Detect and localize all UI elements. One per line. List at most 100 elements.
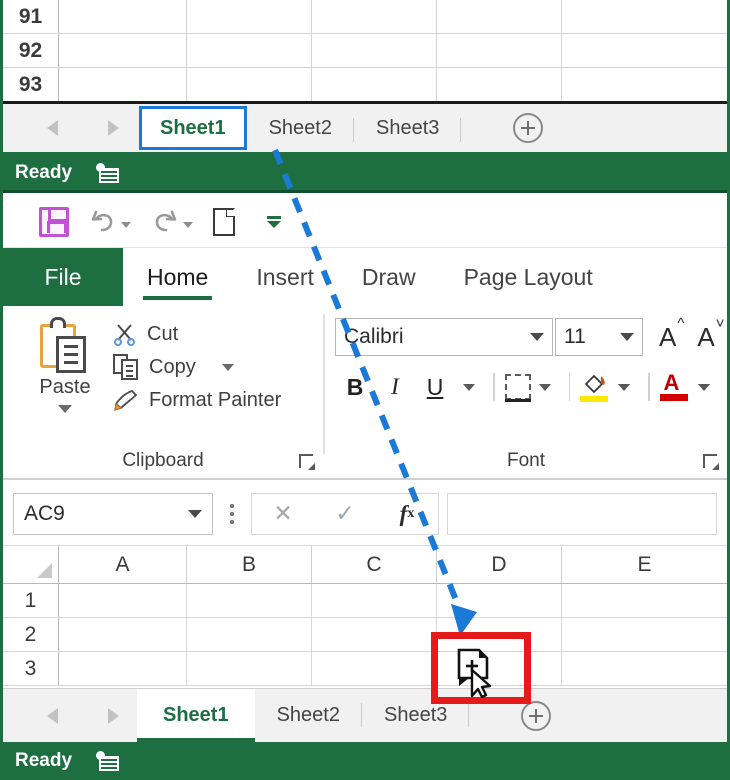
grid-cell[interactable] xyxy=(562,584,727,617)
grid-cell[interactable] xyxy=(59,34,187,67)
font-name-input[interactable]: Calibri xyxy=(335,318,553,356)
bold-button[interactable]: B xyxy=(335,370,375,404)
triangle-right-icon[interactable] xyxy=(108,707,119,724)
tab-draw[interactable]: Draw xyxy=(338,248,440,306)
clipboard-group-label: Clipboard xyxy=(122,450,204,471)
font-size-input[interactable]: 11 xyxy=(555,318,643,356)
caret-down-icon[interactable] xyxy=(697,383,710,391)
grid-cell[interactable] xyxy=(59,618,187,651)
caret-down-icon[interactable] xyxy=(530,333,544,341)
sheet-tab-sheet2-top[interactable]: Sheet2 xyxy=(247,104,354,152)
tab-home[interactable]: Home xyxy=(123,248,232,306)
grid-cell[interactable] xyxy=(437,68,562,101)
sheet-tab-sheet1-bottom[interactable]: Sheet1 xyxy=(137,689,255,742)
caret-down-icon[interactable] xyxy=(620,333,634,341)
redo-button[interactable] xyxy=(145,207,199,237)
plus-circle-icon[interactable] xyxy=(513,113,544,143)
grid-cell[interactable] xyxy=(312,652,437,685)
new-document-button[interactable] xyxy=(207,206,241,238)
row-header[interactable]: 92 xyxy=(3,34,59,67)
row-header-2[interactable]: 2 xyxy=(3,618,59,651)
grid-cell[interactable] xyxy=(562,34,727,67)
caret-down-icon[interactable] xyxy=(58,405,72,413)
grid-cell[interactable] xyxy=(187,652,312,685)
grid-cell[interactable] xyxy=(562,68,727,101)
increase-font-size-button[interactable]: A^ xyxy=(659,315,684,353)
grid-cell[interactable] xyxy=(437,34,562,67)
grid-cell[interactable] xyxy=(562,0,727,33)
grid-cell[interactable] xyxy=(59,652,187,685)
paste-label: Paste xyxy=(39,376,91,398)
caret-down-icon[interactable] xyxy=(121,221,131,228)
grid-cell[interactable] xyxy=(562,652,727,685)
decrease-font-size-button[interactable]: A˅ xyxy=(697,315,724,353)
formula-input[interactable] xyxy=(447,492,717,535)
row-header-1[interactable]: 1 xyxy=(3,584,59,617)
dialog-launcher-icon[interactable] xyxy=(299,454,315,470)
italic-button[interactable]: I xyxy=(375,370,415,404)
font-color-icon[interactable]: A xyxy=(659,370,690,402)
column-header-d[interactable]: D xyxy=(437,546,562,583)
grid-cell[interactable] xyxy=(312,584,437,617)
grid-cell[interactable] xyxy=(59,68,187,101)
copy-button[interactable]: Copy xyxy=(113,354,281,380)
grid-cell[interactable] xyxy=(59,584,187,617)
row-header[interactable]: 91 xyxy=(3,0,59,33)
underline-button[interactable]: U xyxy=(415,370,455,404)
column-header-b[interactable]: B xyxy=(187,546,312,583)
green-dropdown-icon[interactable] xyxy=(267,215,281,228)
column-header-a[interactable]: A xyxy=(59,546,187,583)
select-all-corner-icon[interactable] xyxy=(3,546,59,583)
grid-cell[interactable] xyxy=(312,34,437,67)
grid-cell[interactable] xyxy=(59,0,187,33)
column-header-c[interactable]: C xyxy=(312,546,437,583)
grid-cell[interactable] xyxy=(437,0,562,33)
sheet-view-icon[interactable] xyxy=(96,751,120,771)
name-box[interactable]: AC9 xyxy=(13,492,213,535)
caret-down-icon[interactable] xyxy=(463,383,475,391)
plus-circle-icon[interactable] xyxy=(521,700,552,731)
fill-color-icon[interactable] xyxy=(580,372,610,402)
kebab-menu-icon[interactable] xyxy=(219,503,245,524)
tab-insert[interactable]: Insert xyxy=(232,248,338,306)
triangle-left-icon[interactable] xyxy=(47,707,58,724)
tab-file[interactable]: File xyxy=(3,248,123,306)
sheet-tab-sheet3-top[interactable]: Sheet3 xyxy=(354,104,462,152)
sheet-view-icon[interactable] xyxy=(96,162,120,183)
sheet-tab-sheet1-top[interactable]: Sheet1 xyxy=(139,106,247,150)
grid-cell[interactable] xyxy=(312,0,437,33)
row-header-3[interactable]: 3 xyxy=(3,652,59,685)
triangle-right-icon[interactable] xyxy=(108,120,119,136)
caret-down-icon[interactable] xyxy=(618,383,630,391)
grid-cell[interactable] xyxy=(437,584,562,617)
tab-page-layout[interactable]: Page Layout xyxy=(440,248,617,306)
grid-cell[interactable] xyxy=(187,618,312,651)
caret-down-icon[interactable] xyxy=(538,383,551,391)
triangle-left-icon[interactable] xyxy=(47,120,58,136)
enter-check-icon[interactable]: ✓ xyxy=(314,494,376,534)
grid-cell[interactable] xyxy=(312,618,437,651)
grid-cell[interactable] xyxy=(187,0,312,33)
shrink-font-label: A xyxy=(697,321,715,352)
grid-cell[interactable] xyxy=(562,618,727,651)
cancel-x-icon[interactable]: ✕ xyxy=(252,494,314,534)
undo-button[interactable] xyxy=(83,207,137,237)
grid-cell[interactable] xyxy=(187,68,312,101)
cut-button[interactable]: Cut xyxy=(113,322,281,346)
caret-down-icon[interactable] xyxy=(183,221,193,228)
grid-cell[interactable] xyxy=(187,34,312,67)
font-group-label: Font xyxy=(506,450,546,471)
grid-cell[interactable] xyxy=(187,584,312,617)
dialog-launcher-icon[interactable] xyxy=(703,454,719,470)
caret-down-icon[interactable] xyxy=(221,363,234,371)
grid-row: 91 xyxy=(3,0,727,34)
save-button[interactable] xyxy=(33,205,75,239)
grid-cell[interactable] xyxy=(312,68,437,101)
column-header-e[interactable]: E xyxy=(562,546,727,583)
caret-down-icon[interactable] xyxy=(188,509,202,518)
fx-icon[interactable]: fx xyxy=(376,494,438,534)
borders-icon[interactable] xyxy=(504,374,531,402)
row-header[interactable]: 93 xyxy=(3,68,59,101)
sheet-tab-sheet2-bottom[interactable]: Sheet2 xyxy=(255,689,362,742)
format-painter-button[interactable]: Format Painter xyxy=(113,388,281,412)
